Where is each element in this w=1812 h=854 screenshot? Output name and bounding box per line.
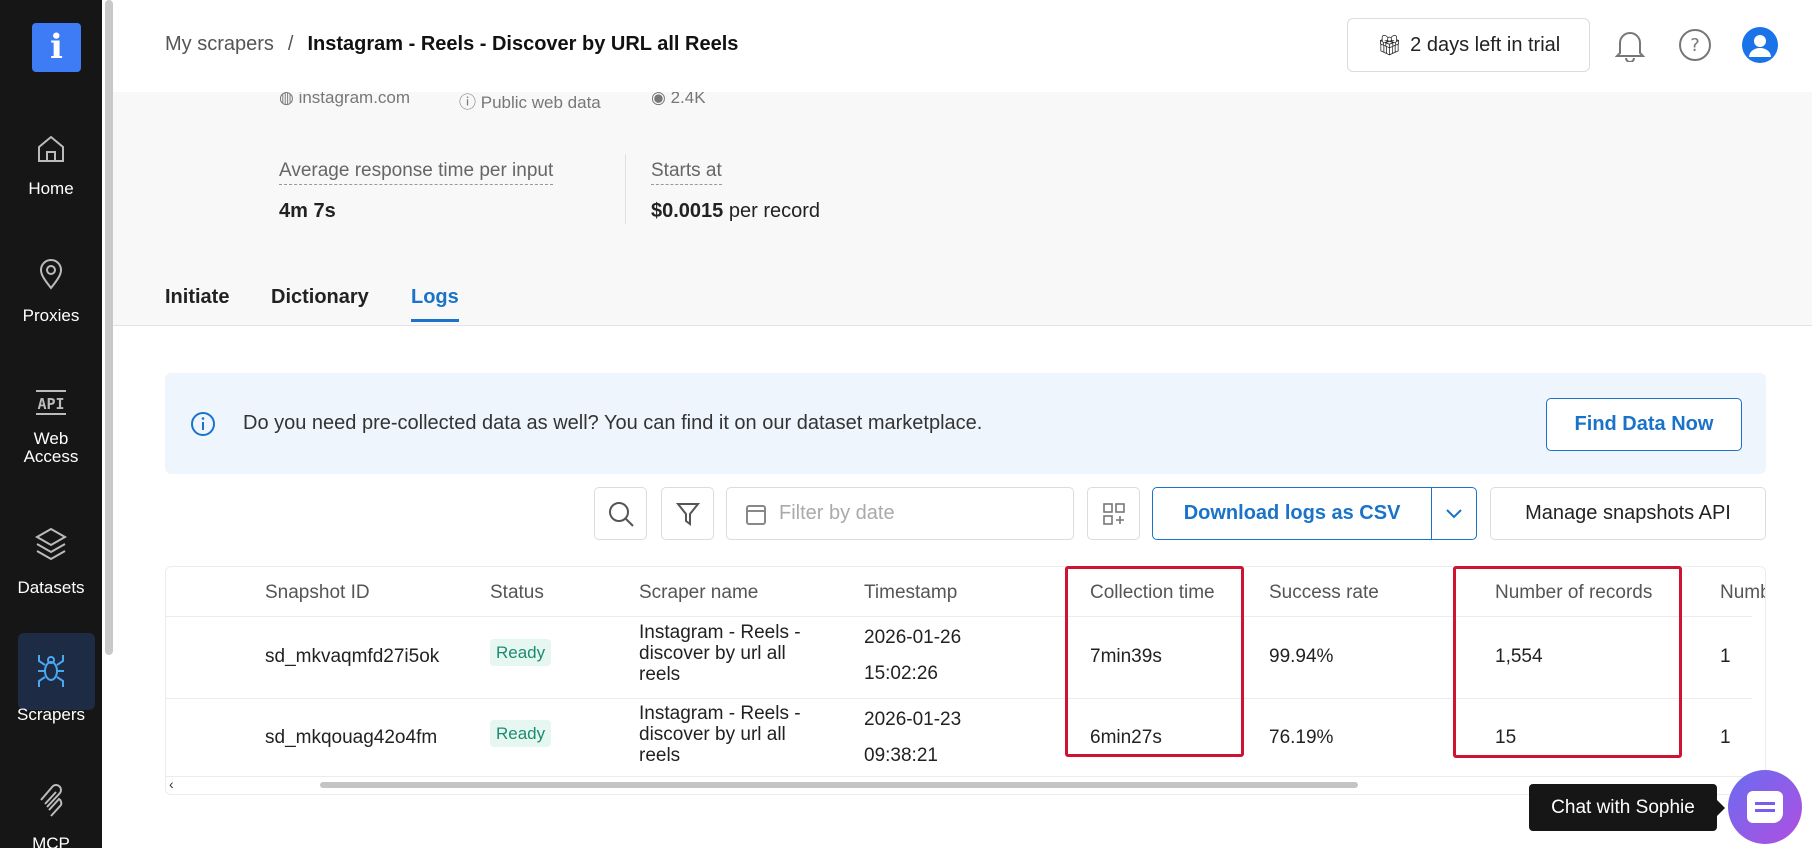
sidebar-item-home[interactable]: Home: [0, 133, 102, 199]
avg-response-value: 4m 7s: [279, 200, 336, 222]
app-logo[interactable]: i: [32, 23, 81, 72]
tab-logs[interactable]: Logs: [411, 286, 459, 322]
divider: [625, 154, 626, 224]
breadcrumb-separator: /: [287, 33, 294, 55]
top-header: My scrapers / Instagram - Reels - Discover…: [113, 0, 1812, 92]
spider-icon: [38, 655, 64, 687]
trial-label: 2 days left in trial: [1410, 33, 1561, 56]
chat-button[interactable]: [1728, 770, 1802, 844]
status-badge: Ready: [490, 639, 552, 666]
timestamp-time: 15:02:26: [864, 663, 938, 684]
breadcrumb: My scrapers / Instagram - Reels - Discover…: [165, 33, 738, 56]
download-options-button[interactable]: [1431, 488, 1476, 539]
price-value: $0.0015: [651, 200, 724, 222]
status-badge: Ready: [490, 720, 552, 747]
price-unit: per record: [728, 200, 821, 222]
calendar-icon: [746, 504, 766, 525]
api-icon: API: [36, 390, 66, 415]
sidebar-item-mcp[interactable]: MCP: [0, 780, 102, 854]
download-csv-button[interactable]: Download logs as CSV: [1153, 502, 1431, 525]
download-csv-split-button: Download logs as CSV: [1152, 487, 1477, 540]
data-type-text: Public web data: [480, 93, 601, 112]
page-scrollbar[interactable]: [105, 0, 113, 655]
chat-icon: [1747, 791, 1783, 823]
column-header-success-rate[interactable]: Success rate: [1269, 582, 1379, 604]
help-icon[interactable]: ?: [1678, 28, 1712, 62]
find-data-now-button[interactable]: Find Data Now: [1546, 398, 1742, 451]
sidebar-item-proxies[interactable]: Proxies: [0, 258, 102, 326]
scraper-name: Instagram - Reels - discover by url all …: [639, 622, 801, 685]
info-icon: [191, 412, 215, 436]
trial-button[interactable]: 🎁︎ 2 days left in trial: [1347, 18, 1590, 72]
snapshot-id[interactable]: sd_mkqouag42o4fm: [265, 727, 465, 749]
banner-text: Do you need pre-collected data as well? …: [243, 412, 983, 434]
sidebar-item-label: Home: [28, 179, 74, 198]
mcp-icon: [40, 784, 63, 817]
column-header-snapshot-id[interactable]: Snapshot ID: [265, 582, 370, 604]
bell-icon[interactable]: [1615, 28, 1645, 62]
tab-initiate[interactable]: Initiate: [165, 286, 229, 309]
number-value: 1: [1720, 646, 1731, 667]
sidebar-item-web-access[interactable]: API Web Access: [0, 388, 102, 466]
sidebar-item-label: Web Access: [23, 429, 79, 466]
success-rate: 76.19%: [1269, 727, 1334, 748]
date-placeholder: Filter by date: [779, 502, 895, 524]
snapshot-id[interactable]: sd_mkvaqmfd27i5ok: [265, 646, 465, 668]
tooltip-arrow: [1717, 800, 1725, 816]
columns-button[interactable]: [1087, 487, 1140, 540]
starts-at-label[interactable]: Starts at: [651, 160, 722, 185]
horizontal-scrollbar[interactable]: [320, 782, 1358, 788]
breadcrumb-my-scrapers[interactable]: My scrapers: [165, 33, 274, 55]
highlight-collection-time: [1065, 566, 1244, 757]
chat-tooltip: Chat with Sophie: [1529, 784, 1717, 831]
filter-icon: [675, 502, 700, 526]
column-header-timestamp[interactable]: Timestamp: [864, 582, 957, 604]
highlight-number-of-records: [1453, 566, 1682, 758]
svg-text:API: API: [37, 395, 64, 413]
column-header-scraper-name[interactable]: Scraper name: [639, 582, 758, 604]
sidebar-item-label: Proxies: [22, 306, 80, 325]
sidebar-item-label: Datasets: [17, 578, 85, 597]
avatar-icon[interactable]: [1742, 27, 1778, 63]
grid-add-icon: [1102, 502, 1125, 525]
breadcrumb-current: Instagram - Reels - Discover by URL all …: [307, 33, 739, 55]
layers-icon: [34, 527, 68, 561]
marketplace-banner: Do you need pre-collected data as well? …: [165, 373, 1766, 474]
number-value: 1: [1720, 727, 1731, 748]
column-header-number[interactable]: Numb: [1720, 582, 1765, 604]
date-filter-input[interactable]: Filter by date: [726, 487, 1074, 540]
manage-snapshots-api-button[interactable]: Manage snapshots API: [1490, 487, 1766, 540]
timestamp-time: 09:38:21: [864, 745, 938, 766]
success-rate: 99.94%: [1269, 646, 1334, 667]
gift-icon: 🎁︎: [1376, 34, 1403, 57]
sidebar-item-datasets[interactable]: Datasets: [0, 526, 102, 598]
sidebar-item-label: Scrapers: [16, 705, 86, 724]
search-button[interactable]: [594, 487, 647, 540]
sidebar-item-label: MCP: [32, 834, 70, 853]
svg-text:?: ?: [1690, 35, 1700, 56]
column-header-status[interactable]: Status: [490, 582, 544, 604]
timestamp-date: 2026-01-26: [864, 627, 962, 648]
tab-divider: [113, 325, 1812, 326]
row-divider: [166, 776, 1752, 777]
tab-dictionary[interactable]: Dictionary: [271, 286, 369, 309]
avg-response-label[interactable]: Average response time per input: [279, 160, 554, 185]
scroll-left-arrow[interactable]: ‹: [169, 776, 174, 792]
timestamp-date: 2026-01-23: [864, 709, 962, 730]
filter-button[interactable]: [661, 487, 714, 540]
home-icon: [38, 135, 64, 162]
search-icon: [608, 501, 634, 527]
scraper-name: Instagram - Reels - discover by url all …: [639, 703, 801, 766]
sidebar-item-scrapers[interactable]: Scrapers: [0, 633, 102, 724]
chevron-down-icon: [1446, 508, 1462, 518]
location-pin-icon: [39, 259, 63, 290]
sidebar: i Home Proxies API Web Access Datasets S…: [0, 0, 102, 853]
